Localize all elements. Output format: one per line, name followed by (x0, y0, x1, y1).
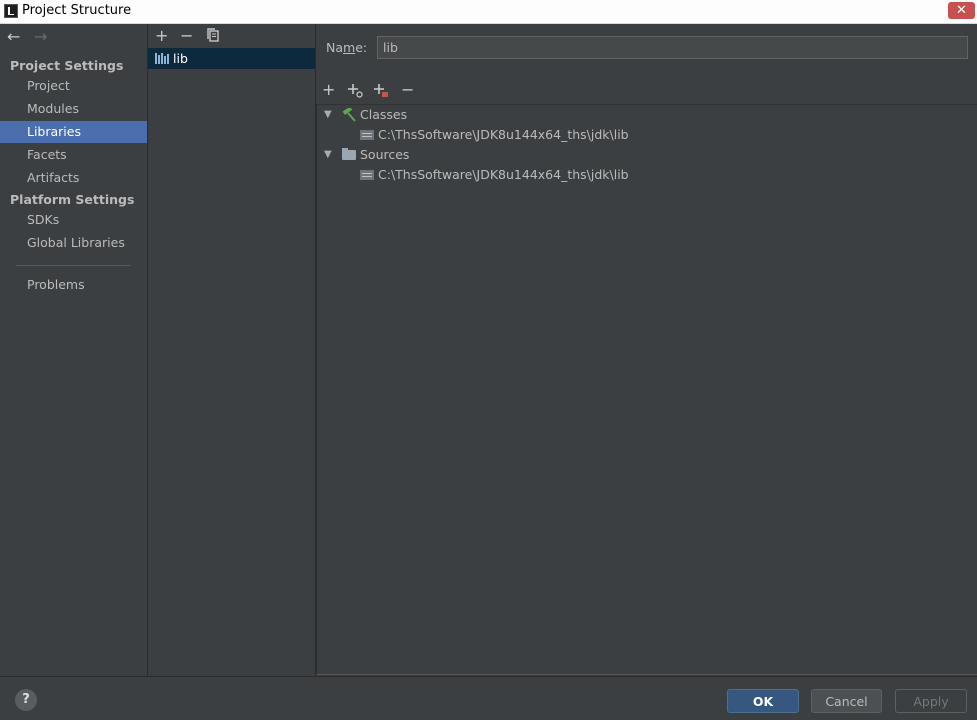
add-root-button[interactable]: + (322, 82, 335, 98)
sidebar-item-modules[interactable]: Modules (0, 98, 147, 120)
tree-node-classes[interactable]: ▼ Classes (324, 105, 408, 125)
forward-arrow-icon[interactable]: → (34, 27, 47, 46)
sidebar-item-sdks[interactable]: SDKs (0, 209, 147, 231)
sidebar-divider (16, 265, 131, 266)
tree-node-classes-path[interactable]: C:\ThsSoftware\JDK8u144x64_ths\jdk\lib (360, 125, 629, 145)
sidebar-item-project[interactable]: Project (0, 75, 147, 97)
copy-icon (207, 28, 219, 42)
library-icon (155, 53, 169, 64)
tree-node-classes-label: Classes (360, 107, 408, 122)
sidebar-item-artifacts[interactable]: Artifacts (0, 167, 147, 189)
sidebar-item-facets[interactable]: Facets (0, 144, 147, 166)
classes-path-label: C:\ThsSoftware\JDK8u144x64_ths\jdk\lib (378, 127, 629, 142)
window-title: Project Structure (22, 3, 132, 18)
sidebar-item-global-libraries[interactable]: Global Libraries (0, 232, 147, 254)
classes-hammer-icon (341, 106, 357, 122)
copy-library-button[interactable] (206, 28, 220, 45)
library-roots-tree: ▼ Classes C:\ThsSoftware\JDK8u144x64_ths… (316, 104, 977, 675)
cancel-button[interactable]: Cancel (811, 689, 882, 713)
platform-settings-header: Platform Settings (10, 192, 135, 207)
back-arrow-icon[interactable]: ← (7, 27, 20, 46)
tree-node-sources-label: Sources (360, 147, 410, 162)
libraries-list-panel: + − lib (148, 24, 316, 676)
remove-library-button[interactable]: − (180, 28, 193, 44)
navigation-bar: ← → (0, 24, 147, 48)
add-excluded-icon (374, 84, 388, 97)
library-detail-panel: Name: + − ▼ Classes (316, 24, 977, 676)
close-window-button[interactable]: ✕ (948, 2, 975, 19)
remove-root-button[interactable]: − (401, 82, 414, 98)
help-icon[interactable]: ? (15, 689, 37, 711)
add-with-attachment-icon (348, 84, 363, 98)
settings-sidebar: ← → Project Settings Project Modules Lib… (0, 24, 148, 676)
sidebar-item-libraries[interactable]: Libraries (0, 121, 147, 143)
jar-directory-icon (360, 170, 374, 180)
chevron-down-icon[interactable]: ▼ (324, 105, 334, 125)
tree-node-sources[interactable]: ▼ Sources (324, 145, 410, 165)
library-name-input[interactable] (377, 36, 968, 59)
library-list-item[interactable]: lib (148, 48, 315, 69)
project-settings-header: Project Settings (10, 58, 124, 73)
attach-files-button[interactable] (347, 82, 363, 101)
dialog-footer: ? OK Cancel Apply (0, 676, 977, 720)
ok-button[interactable]: OK (727, 689, 799, 713)
tree-node-sources-path[interactable]: C:\ThsSoftware\JDK8u144x64_ths\jdk\lib (360, 165, 629, 185)
chevron-down-icon[interactable]: ▼ (324, 145, 334, 165)
name-label: Name: (326, 40, 368, 55)
intellij-app-icon (4, 4, 18, 18)
jar-directory-icon (360, 130, 374, 140)
sources-path-label: C:\ThsSoftware\JDK8u144x64_ths\jdk\lib (378, 167, 629, 182)
add-library-button[interactable]: + (155, 28, 168, 44)
title-bar: Project Structure ✕ (0, 0, 977, 24)
apply-button[interactable]: Apply (895, 689, 967, 713)
add-excluded-button[interactable] (373, 82, 389, 101)
sidebar-item-problems[interactable]: Problems (0, 274, 147, 296)
library-list-item-label: lib (173, 51, 188, 66)
sources-folder-icon (342, 148, 356, 160)
